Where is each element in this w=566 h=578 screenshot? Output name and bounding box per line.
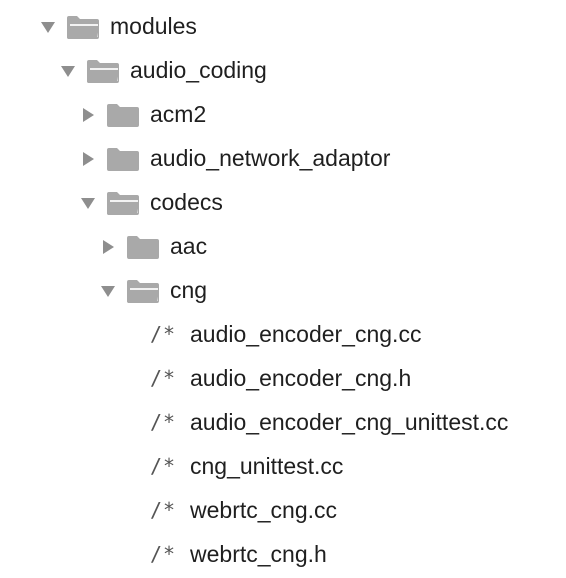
- tree-item-label: codecs: [150, 189, 223, 215]
- tree-item-label: modules: [110, 13, 197, 39]
- tree-row-modules[interactable]: modules: [0, 5, 566, 49]
- tree-file-row[interactable]: /* audio_encoder_cng.h: [0, 357, 566, 401]
- source-file-icon: /*: [150, 366, 177, 390]
- file-tree: modules audio_coding acm2 audio_network_…: [0, 0, 566, 578]
- tree-row-aac[interactable]: aac: [0, 225, 566, 269]
- folder-closed-icon: [107, 104, 139, 127]
- tree-row-acm2[interactable]: acm2: [0, 93, 566, 137]
- tree-file-row[interactable]: /* webrtc_cng.cc: [0, 489, 566, 533]
- tree-item-label: cng_unittest.cc: [190, 453, 344, 479]
- tree-row-cng[interactable]: cng: [0, 269, 566, 313]
- source-file-icon: /*: [150, 542, 177, 566]
- disclosure-collapsed-icon[interactable]: [80, 107, 96, 123]
- folder-open-icon: [127, 280, 159, 303]
- folder-closed-icon: [107, 148, 139, 171]
- tree-file-row[interactable]: /* audio_encoder_cng.cc: [0, 313, 566, 357]
- folder-open-icon: [107, 192, 139, 215]
- tree-file-row[interactable]: /* webrtc_cng.h: [0, 533, 566, 577]
- tree-item-label: webrtc_cng.h: [190, 541, 327, 567]
- disclosure-collapsed-icon[interactable]: [100, 239, 116, 255]
- tree-item-label: audio_coding: [130, 57, 267, 83]
- disclosure-expanded-icon[interactable]: [80, 195, 96, 211]
- folder-open-icon: [87, 60, 119, 83]
- disclosure-expanded-icon[interactable]: [100, 283, 116, 299]
- tree-item-label: audio_encoder_cng.cc: [190, 321, 422, 347]
- disclosure-collapsed-icon[interactable]: [80, 151, 96, 167]
- source-file-icon: /*: [150, 454, 177, 478]
- tree-file-row[interactable]: /* cng_unittest.cc: [0, 445, 566, 489]
- source-file-icon: /*: [150, 322, 177, 346]
- tree-item-label: audio_encoder_cng.h: [190, 365, 412, 391]
- tree-item-label: acm2: [150, 101, 207, 127]
- source-file-icon: /*: [150, 498, 177, 522]
- tree-item-label: audio_encoder_cng_unittest.cc: [190, 409, 509, 435]
- tree-row-codecs[interactable]: codecs: [0, 181, 566, 225]
- tree-file-row[interactable]: /* audio_encoder_cng_unittest.cc: [0, 401, 566, 445]
- tree-item-label: cng: [170, 277, 208, 303]
- folder-closed-icon: [127, 236, 159, 259]
- disclosure-expanded-icon[interactable]: [60, 63, 76, 79]
- disclosure-expanded-icon[interactable]: [40, 19, 56, 35]
- tree-row-audio-network-adaptor[interactable]: audio_network_adaptor: [0, 137, 566, 181]
- tree-row-audio-coding[interactable]: audio_coding: [0, 49, 566, 93]
- tree-item-label: webrtc_cng.cc: [190, 497, 338, 523]
- tree-item-label: aac: [170, 233, 208, 259]
- tree-item-label: audio_network_adaptor: [150, 145, 391, 171]
- folder-open-icon: [67, 16, 99, 39]
- source-file-icon: /*: [150, 410, 177, 434]
